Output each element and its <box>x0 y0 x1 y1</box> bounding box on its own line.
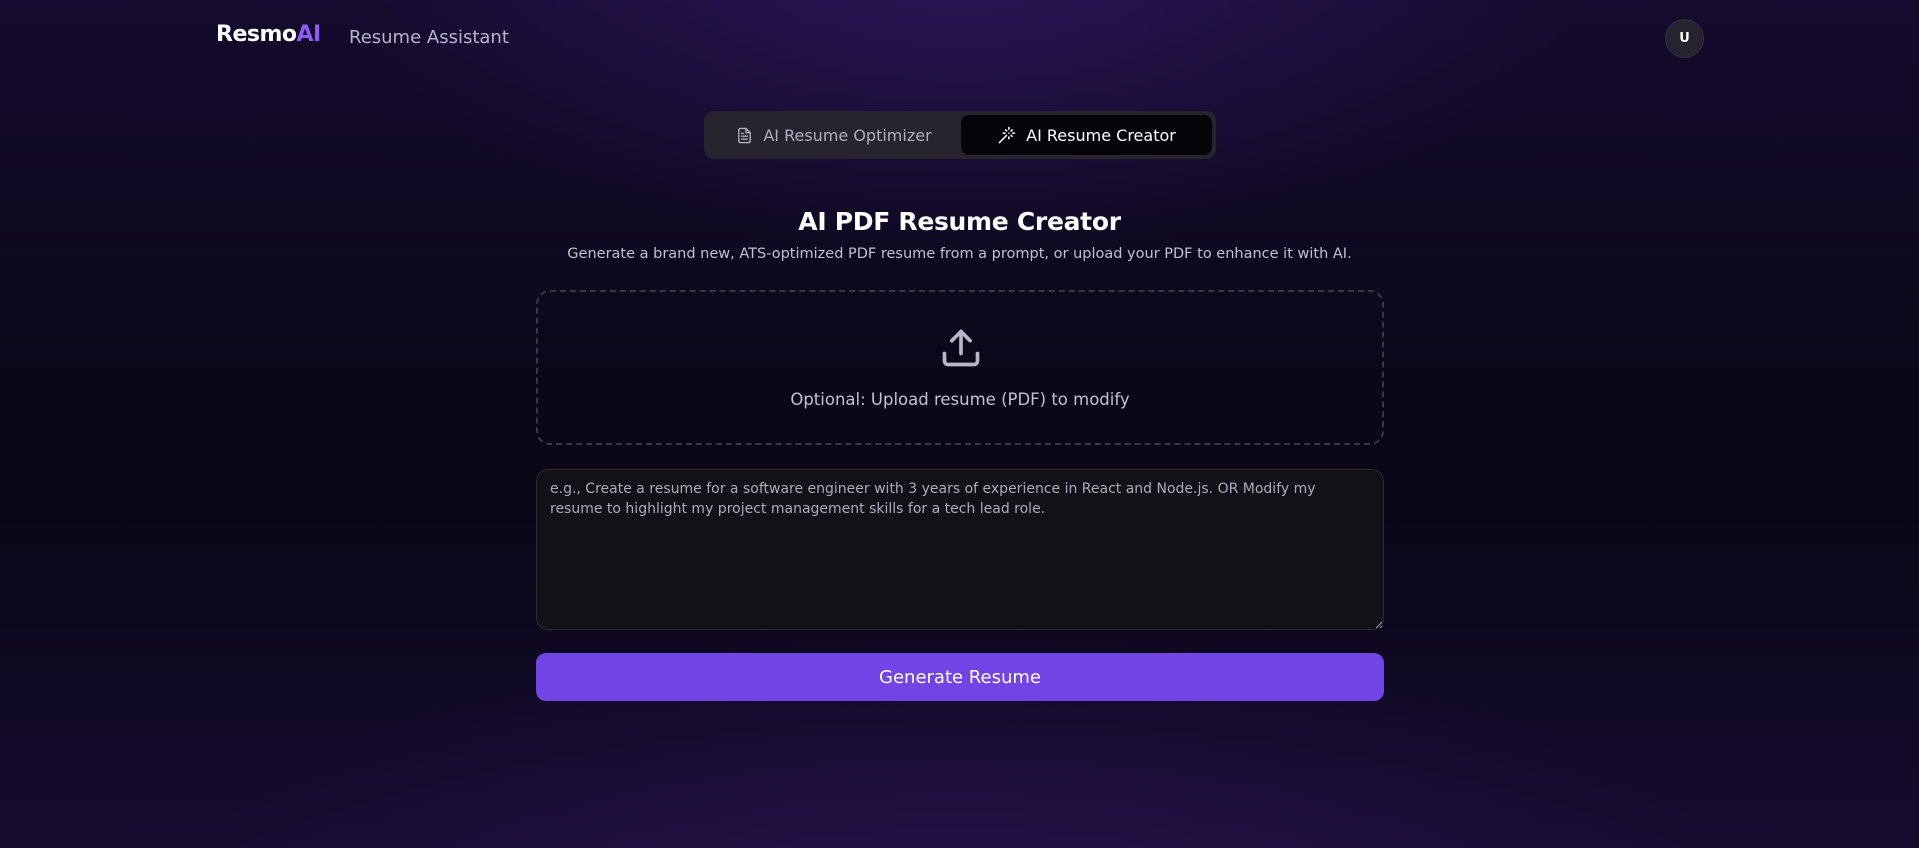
page-title: AI PDF Resume Creator <box>798 207 1121 236</box>
magic-wand-icon <box>998 126 1016 143</box>
tab-label: AI Resume Creator <box>1026 125 1176 145</box>
resume-prompt-input[interactable] <box>536 469 1384 630</box>
mode-tabs: AI Resume Optimizer AI Resume Creator <box>704 111 1216 159</box>
app-header: ResmoAI Resume Assistant U <box>0 0 1919 78</box>
tab-label: AI Resume Optimizer <box>763 125 932 145</box>
generate-resume-button[interactable]: Generate Resume <box>536 653 1384 701</box>
avatar-initial: U <box>1679 31 1690 46</box>
document-icon <box>738 127 752 143</box>
logo-accent-text: AI <box>296 22 322 47</box>
tab-resume-creator[interactable]: AI Resume Creator <box>961 115 1212 155</box>
app-name: Resume Assistant <box>349 27 509 48</box>
resume-upload-dropzone[interactable]: Optional: Upload resume (PDF) to modify <box>536 290 1384 445</box>
upload-icon <box>942 329 980 367</box>
tab-resume-optimizer[interactable]: AI Resume Optimizer <box>708 115 960 155</box>
brand-logo[interactable]: ResmoAI <box>216 22 321 47</box>
upload-label: Optional: Upload resume (PDF) to modify <box>790 390 1130 409</box>
page-subtitle: Generate a brand new, ATS-optimized PDF … <box>567 246 1352 262</box>
user-avatar[interactable]: U <box>1665 19 1704 58</box>
logo-text: Resmo <box>216 22 297 47</box>
